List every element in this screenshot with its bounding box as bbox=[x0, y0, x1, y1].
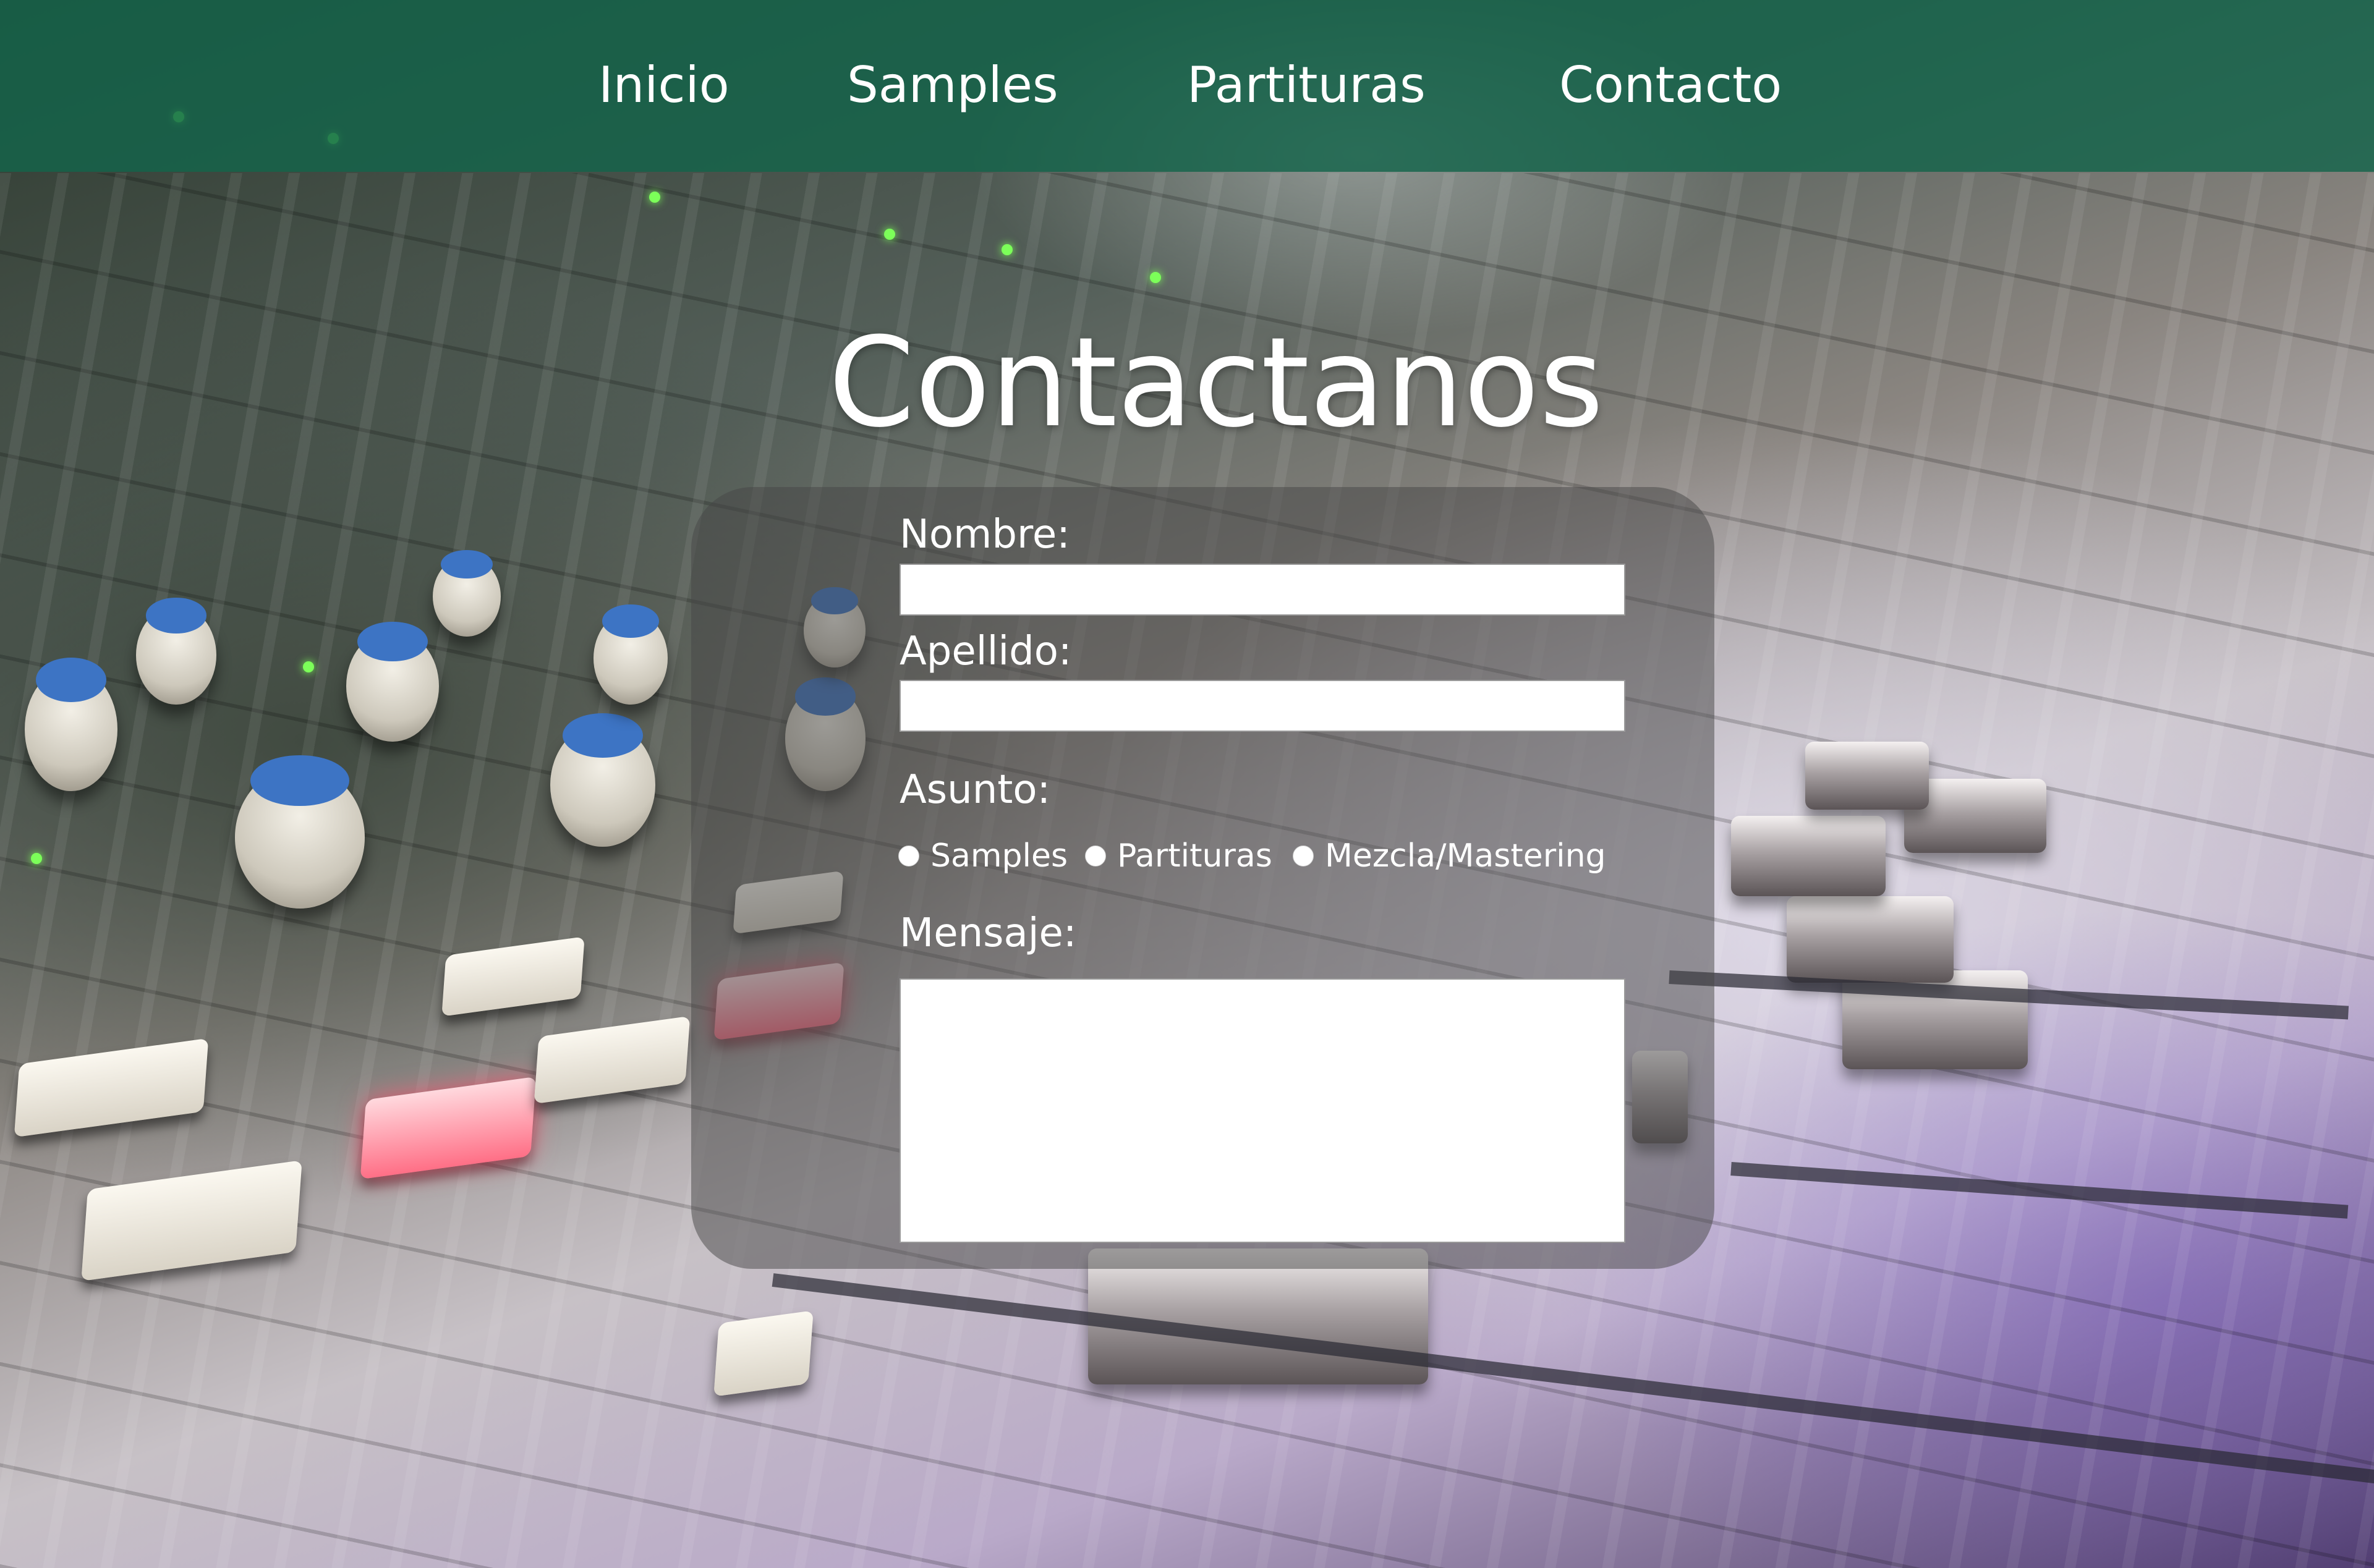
asunto-label: Asunto: bbox=[900, 767, 1051, 813]
radio-label: Partituras bbox=[1117, 837, 1272, 875]
console-button bbox=[441, 936, 585, 1017]
radio-label: Samples bbox=[930, 837, 1068, 875]
console-led bbox=[31, 853, 42, 864]
console-led bbox=[884, 229, 895, 240]
console-knob bbox=[235, 755, 365, 909]
apellido-input[interactable] bbox=[900, 680, 1625, 732]
console-knob bbox=[136, 598, 216, 705]
contact-page: Inicio Samples Partituras Contacto Conta… bbox=[0, 0, 2374, 1568]
console-fader bbox=[1805, 742, 1929, 810]
console-knob bbox=[25, 658, 117, 791]
page-title: Contactanos bbox=[828, 311, 1604, 455]
nav-link-partituras[interactable]: Partituras bbox=[1187, 54, 1426, 116]
radio-button[interactable] bbox=[1085, 845, 1106, 867]
nav-link-samples[interactable]: Samples bbox=[847, 54, 1058, 116]
console-knob bbox=[550, 713, 655, 847]
mensaje-label: Mensaje: bbox=[900, 910, 1077, 956]
fader-track bbox=[1730, 1162, 2349, 1219]
console-led bbox=[649, 192, 660, 203]
nav-link-inicio[interactable]: Inicio bbox=[598, 54, 730, 116]
console-fader bbox=[1731, 816, 1886, 896]
console-led bbox=[303, 661, 314, 672]
nombre-input[interactable] bbox=[900, 564, 1625, 616]
top-navigation: Inicio Samples Partituras Contacto bbox=[0, 0, 2374, 172]
radio-button[interactable] bbox=[898, 845, 919, 867]
console-fader bbox=[1088, 1248, 1428, 1384]
mensaje-textarea[interactable] bbox=[900, 978, 1625, 1243]
nav-link-contacto[interactable]: Contacto bbox=[1559, 54, 1782, 116]
fader-track bbox=[772, 1273, 2374, 1490]
console-knob bbox=[346, 621, 439, 742]
console-led bbox=[1150, 272, 1161, 283]
console-button bbox=[534, 1015, 691, 1104]
radio-button[interactable] bbox=[1293, 845, 1314, 867]
console-fader bbox=[1787, 896, 1954, 983]
radio-label: Mezcla/Mastering bbox=[1325, 837, 1606, 875]
console-button bbox=[360, 1076, 537, 1180]
console-button bbox=[713, 1310, 814, 1397]
console-knob bbox=[433, 549, 501, 637]
apellido-label: Apellido: bbox=[900, 629, 1072, 674]
console-led bbox=[1002, 244, 1013, 255]
console-button bbox=[81, 1160, 302, 1281]
nombre-label: Nombre: bbox=[900, 512, 1070, 557]
console-knob bbox=[594, 604, 668, 705]
console-button bbox=[14, 1038, 209, 1138]
